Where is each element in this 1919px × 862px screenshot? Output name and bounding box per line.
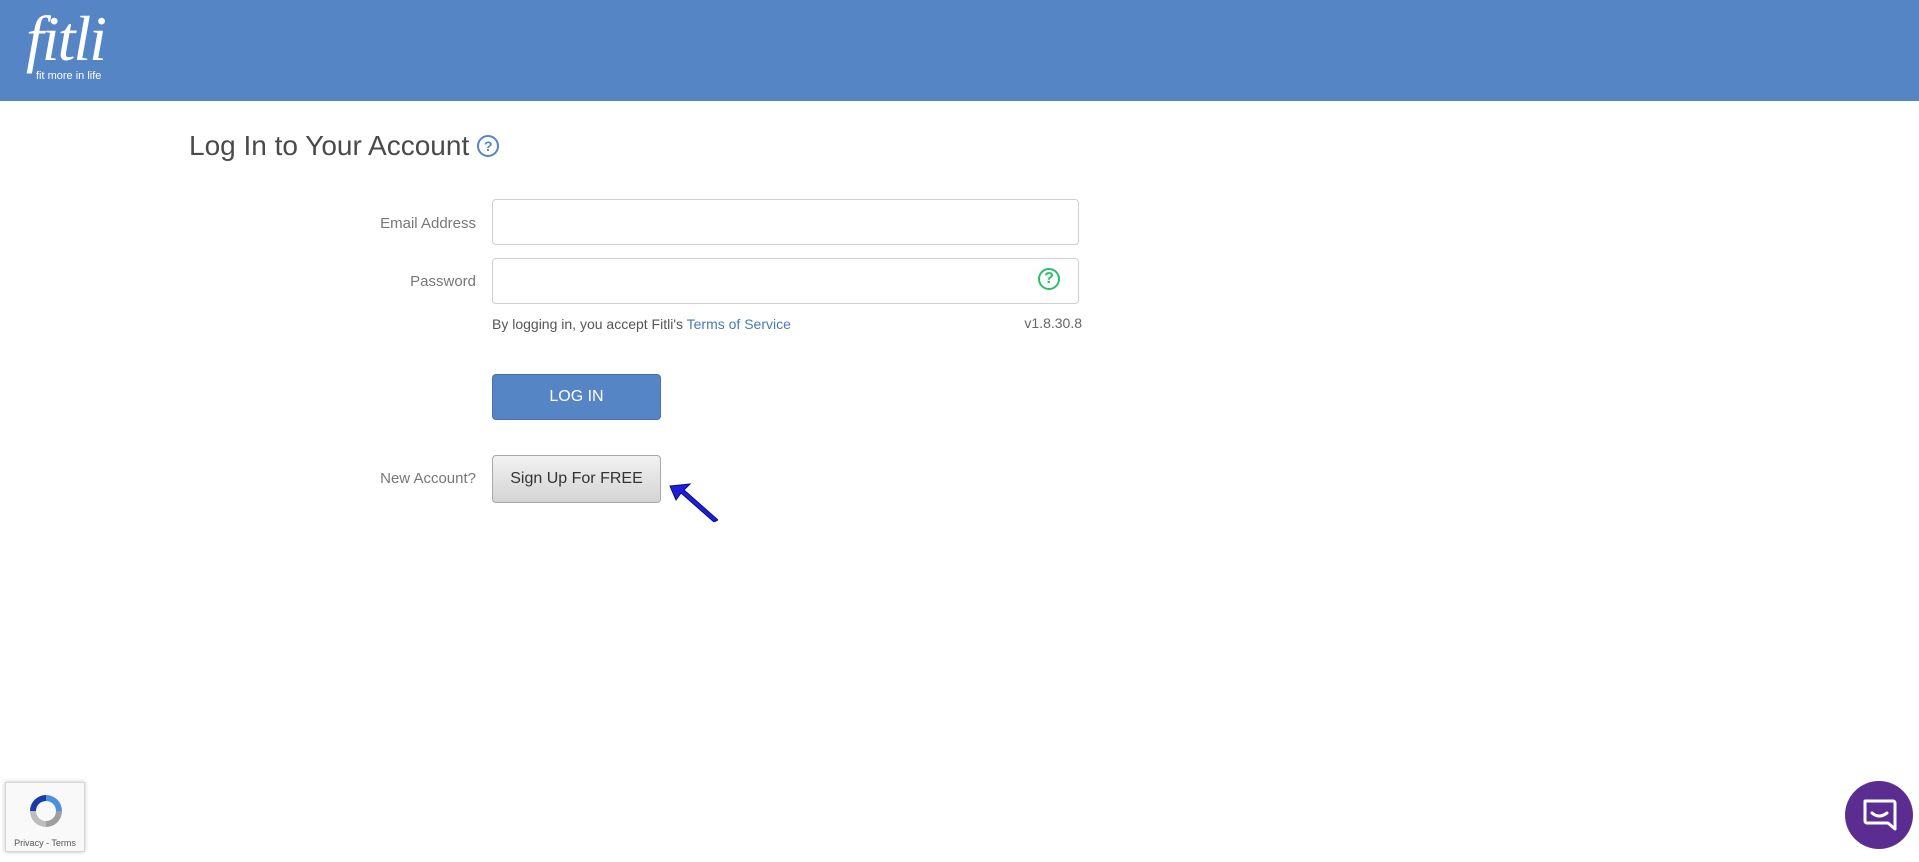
recaptcha-badge[interactable]: Privacy - Terms — [5, 782, 85, 852]
recaptcha-links: Privacy - Terms — [6, 838, 84, 848]
logo-tagline: fit more in life — [36, 70, 102, 82]
chat-launcher-button[interactable] — [1845, 781, 1913, 849]
terms-of-service-link[interactable]: Terms of Service — [687, 316, 791, 332]
page-title: Log In to Your Account ? — [189, 130, 500, 162]
terms-notice: By logging in, you accept Fitli's Terms … — [492, 316, 791, 332]
recaptcha-icon — [30, 795, 62, 827]
recaptcha-privacy-link[interactable]: Privacy — [14, 838, 44, 848]
password-field[interactable] — [492, 258, 1079, 304]
fitli-logo[interactable]: fitli fit more in life — [14, 4, 114, 90]
chat-bubble-icon — [1863, 799, 1897, 831]
page-title-text: Log In to Your Account — [189, 130, 470, 161]
version-label: v1.8.30.8 — [1024, 315, 1082, 331]
signup-button[interactable]: Sign Up For FREE — [492, 455, 661, 503]
top-header-bar: fitli fit more in life — [0, 0, 1919, 101]
password-label: Password — [410, 273, 476, 290]
email-label: Email Address — [380, 215, 476, 232]
password-help-icon[interactable]: ? — [1038, 268, 1060, 290]
new-account-label: New Account? — [380, 470, 476, 487]
email-field[interactable] — [492, 199, 1079, 245]
terms-prefix: By logging in, you accept Fitli's — [492, 316, 687, 332]
logo-wordmark: fitli — [26, 3, 107, 74]
login-button[interactable]: LOG IN — [492, 374, 661, 420]
pointer-arrow-icon — [669, 483, 718, 522]
help-circle-icon[interactable]: ? — [477, 135, 500, 157]
recaptcha-terms-link[interactable]: Terms — [51, 838, 76, 848]
